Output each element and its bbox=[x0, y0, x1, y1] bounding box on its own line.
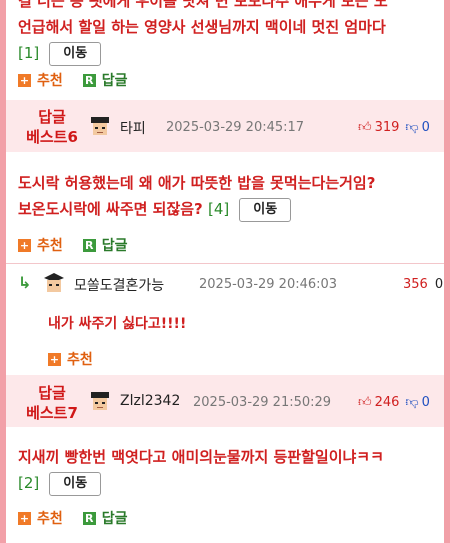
comment-actions: + 추천 bbox=[48, 349, 113, 369]
reply-label: 답글 bbox=[101, 73, 128, 89]
comment-date: 2025-03-29 21:50:29 bbox=[193, 395, 332, 410]
best-badge-line: 답글 bbox=[38, 108, 66, 126]
thumbs-down-icon[interactable]: 👎︎ bbox=[405, 120, 418, 135]
comment-date: 2025-03-29 20:46:03 bbox=[199, 277, 338, 292]
comment-text: 내가 싸주기 싫다고!!!! bbox=[48, 316, 187, 332]
recommend-label: 추천 bbox=[37, 511, 63, 527]
avatar-icon bbox=[91, 392, 109, 410]
plus-icon: + bbox=[18, 73, 31, 87]
thumbs-up-icon[interactable]: 👍︎ bbox=[358, 395, 372, 410]
best-badge-line: 베스트6 bbox=[26, 128, 78, 146]
comment-line: 보온도시락에 싸주면 되잖음? bbox=[18, 200, 203, 218]
reply-button[interactable]: R 답글 bbox=[82, 508, 128, 528]
comment-text: 지새끼 빵한번 맥엿다고 애미의눈물까지 등판할일이냐ㅋㅋ [2] 이동 bbox=[18, 444, 384, 496]
reply-count[interactable]: [1] bbox=[18, 44, 39, 62]
recommend-label: 추천 bbox=[37, 238, 63, 254]
reply-button[interactable]: R 답글 bbox=[82, 235, 128, 255]
move-button[interactable]: 이동 bbox=[49, 41, 102, 66]
vote-box: 356 0 bbox=[400, 277, 443, 292]
recommend-button[interactable]: + 추천 bbox=[18, 508, 63, 528]
up-count: 356 bbox=[403, 277, 428, 292]
best-badge-line: 베스트7 bbox=[26, 404, 78, 422]
nickname[interactable]: 타피 bbox=[120, 118, 146, 138]
comment-line: 도시락 허용했는데 왜 애가 따뜻한 밥을 못먹는다는거임? bbox=[18, 174, 376, 192]
thumbs-down-icon[interactable]: 👎︎ bbox=[405, 395, 418, 410]
thumbs-up-icon[interactable]: 👍︎ bbox=[358, 120, 372, 135]
down-count: 0 bbox=[421, 120, 430, 135]
comment-text: 걸 너는 등 팻에게 우이를 낫쳐 면 보모다주 애누게 보는 도 언급해서 할… bbox=[18, 0, 388, 66]
reply-count[interactable]: [4] bbox=[208, 200, 229, 218]
recommend-button[interactable]: + 추천 bbox=[18, 70, 63, 90]
up-count: 246 bbox=[374, 395, 400, 410]
reply-r-icon: R bbox=[82, 511, 96, 525]
comment-line: 걸 너는 등 팻에게 우이를 낫쳐 면 보모다주 애누게 보는 도 bbox=[18, 0, 388, 10]
plus-icon: + bbox=[18, 511, 31, 525]
best-badge: 답글 베스트6 bbox=[12, 107, 92, 147]
reply-button[interactable]: R 답글 bbox=[82, 70, 128, 90]
best-badge-line: 답글 bbox=[38, 384, 66, 402]
plus-icon: + bbox=[18, 238, 31, 252]
reply-label: 답글 bbox=[101, 511, 128, 527]
vote-box: 👍︎ 319 👎︎ 0 bbox=[358, 120, 430, 135]
down-count: 0 bbox=[434, 277, 444, 292]
plus-icon: + bbox=[48, 352, 61, 366]
comment-actions: + 추천 R 답글 bbox=[18, 508, 148, 528]
comment-date: 2025-03-29 20:45:17 bbox=[166, 120, 305, 135]
move-button[interactable]: 이동 bbox=[239, 197, 292, 222]
vote-box: 👍︎ 246 👎︎ 0 bbox=[358, 395, 430, 410]
reply-r-icon: R bbox=[82, 73, 96, 87]
divider bbox=[6, 263, 444, 264]
best-badge: 답글 베스트7 bbox=[12, 383, 92, 423]
comment-actions: + 추천 R 답글 bbox=[18, 235, 148, 255]
recommend-label: 추천 bbox=[67, 352, 93, 368]
recommend-button[interactable]: + 추천 bbox=[18, 235, 63, 255]
recommend-label: 추천 bbox=[37, 73, 63, 89]
comment-line: 언급해서 할일 하는 영양사 선생님까지 맥이네 멋진 엄마다 bbox=[18, 18, 386, 36]
reply-count[interactable]: [2] bbox=[18, 474, 39, 492]
comment-actions: + 추천 R 답글 bbox=[18, 70, 148, 90]
nickname[interactable]: 모쏠도결혼가능 bbox=[74, 275, 164, 295]
reply-arrow-icon: ↳ bbox=[18, 273, 32, 292]
recommend-button[interactable]: + 추천 bbox=[48, 349, 93, 369]
move-button[interactable]: 이동 bbox=[49, 471, 102, 496]
avatar-icon bbox=[91, 117, 109, 135]
avatar-icon bbox=[44, 273, 64, 292]
nickname[interactable]: Zlzl2342 bbox=[120, 393, 180, 409]
reply-label: 답글 bbox=[101, 238, 128, 254]
comment-text: 도시락 허용했는데 왜 애가 따뜻한 밥을 못먹는다는거임? 보온도시락에 싸주… bbox=[18, 170, 375, 222]
down-count: 0 bbox=[421, 395, 430, 410]
reply-r-icon: R bbox=[82, 238, 96, 252]
comment-line: 지새끼 빵한번 맥엿다고 애미의눈물까지 등판할일이냐ㅋㅋ bbox=[18, 448, 384, 466]
up-count: 319 bbox=[374, 120, 400, 135]
